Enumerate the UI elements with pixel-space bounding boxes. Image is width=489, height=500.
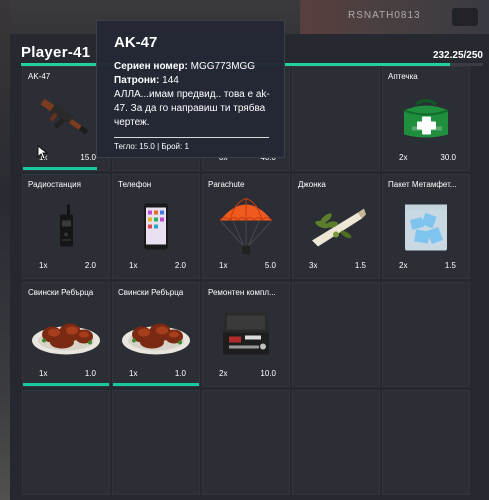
inventory-slot[interactable]: Parachute 1x 5.0 (202, 174, 290, 279)
tooltip-ammo-value: 144 (162, 75, 179, 86)
inventory-slot[interactable]: Пакет Метамфет... 2x 1.5 (382, 174, 470, 279)
slot-weight: 1.0 (84, 369, 96, 378)
empty-inventory-slot[interactable] (202, 390, 290, 495)
mouse-cursor-icon (37, 145, 48, 160)
background-edge (0, 0, 10, 500)
empty-inventory-slot[interactable] (292, 282, 380, 387)
item-tooltip: AK-47 Сериен номер: MGG773MGG Патрони: 1… (96, 20, 285, 158)
slot-durability-bar (113, 383, 199, 386)
slot-quantity: 2x (399, 261, 408, 270)
tooltip-ammo-label: Патрони: (114, 75, 160, 86)
inventory-slot[interactable]: Джонка 3x 1.5 (292, 174, 380, 279)
ribs-icon (30, 310, 102, 363)
empty-inventory-slot[interactable] (292, 66, 380, 171)
slot-weight: 1.5 (354, 261, 366, 270)
inventory-slot[interactable]: Свински Ребърца 1x 1.0 (22, 282, 110, 387)
slot-label: Parachute (208, 180, 245, 189)
slot-quantity: 3x (309, 261, 318, 270)
slot-label: Ремонтен компл... (208, 288, 276, 297)
inventory-slot[interactable]: Ремонтен компл... 2x 10.0 (202, 282, 290, 387)
inventory-slot[interactable]: Аптечка 2x 30.0 (382, 66, 470, 171)
slot-label: Свински Ребърца (118, 288, 184, 297)
tooltip-description: АЛЛА...имам предвид.. това е ak-47. За д… (114, 89, 270, 128)
empty-inventory-slot[interactable] (292, 390, 380, 495)
inventory-slot[interactable]: Радиостанция 1x 2.0 (22, 174, 110, 279)
slot-label: Пакет Метамфет... (388, 180, 457, 189)
slot-quantity: 1x (219, 261, 228, 270)
tooltip-serial-label: Сериен номер: (114, 61, 188, 72)
phone-icon (143, 202, 169, 255)
tooltip-ammo: Патрони: 144 (114, 74, 274, 88)
slot-label: Телефон (118, 180, 152, 189)
slot-quantity: 1x (39, 261, 48, 270)
tooltip-divider (114, 137, 269, 138)
rifle-icon (35, 98, 97, 143)
slot-quantity: 1x (39, 369, 48, 378)
meth-bag-icon (401, 198, 451, 259)
empty-inventory-slot[interactable] (382, 282, 470, 387)
slot-weight: 10.0 (260, 369, 276, 378)
slot-weight: 5.0 (264, 261, 276, 270)
empty-inventory-slot[interactable] (22, 390, 110, 495)
tooltip-title: AK-47 (114, 34, 158, 51)
slot-quantity: 2x (399, 153, 408, 162)
slot-durability-bar (23, 167, 97, 170)
inventory-slot[interactable]: Свински Ребърца 1x 1.0 (112, 282, 200, 387)
inventory-slot[interactable]: Телефон 1x 2.0 (112, 174, 200, 279)
slot-label: Джонка (298, 180, 326, 189)
slot-weight: 2.0 (84, 261, 96, 270)
empty-inventory-slot[interactable] (112, 390, 200, 495)
ribs-icon (120, 310, 192, 363)
slot-label: Радиостанция (28, 180, 81, 189)
player-name: Player-41 (21, 44, 91, 61)
tooltip-serial: Сериен номер: MGG773MGG (114, 60, 274, 74)
weight-label: 232.25/250 (432, 50, 483, 61)
empty-inventory-slot[interactable] (382, 390, 470, 495)
repair-kit-icon (217, 310, 275, 363)
slot-weight: 30.0 (440, 153, 456, 162)
slot-weight: 1.0 (174, 369, 186, 378)
slot-quantity: 1x (129, 369, 138, 378)
slot-durability-bar (23, 383, 109, 386)
slot-label: Аптечка (388, 72, 418, 81)
slot-weight: 2.0 (174, 261, 186, 270)
slot-weight: 15.0 (80, 153, 96, 162)
slot-label: AK-47 (28, 72, 51, 81)
background-sign: RSNATH0813 (348, 10, 421, 21)
slot-quantity: 2x (219, 369, 228, 378)
medkit-icon (398, 96, 454, 145)
background-object (452, 8, 478, 26)
joint-icon (306, 204, 366, 253)
slot-label: Свински Ребърца (28, 288, 94, 297)
tooltip-footer: Тегло: 15.0 | Брой: 1 (114, 142, 189, 151)
parachute-icon (216, 196, 276, 261)
slot-weight: 1.5 (444, 261, 456, 270)
tooltip-serial-value: MGG773MGG (190, 61, 256, 72)
radio-icon (56, 204, 76, 253)
slot-quantity: 1x (129, 261, 138, 270)
